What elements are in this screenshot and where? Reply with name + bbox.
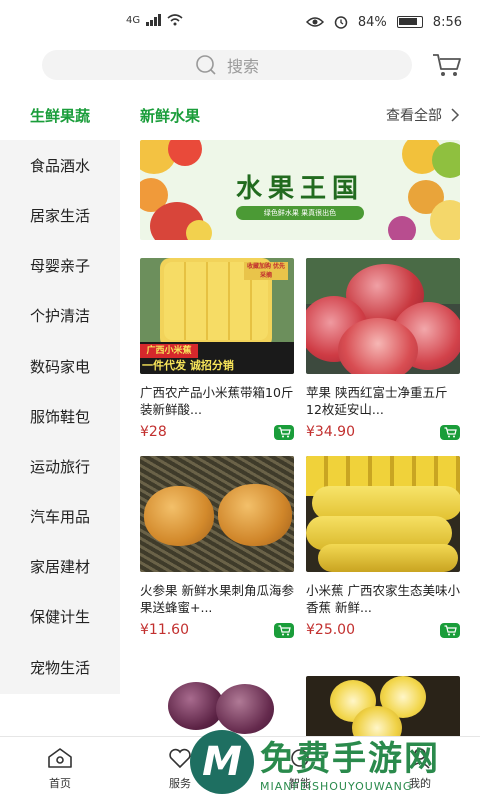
sidebar-item-apparel[interactable]: 服饰鞋包	[0, 391, 120, 441]
sidebar-item-sports-travel[interactable]: 运动旅行	[0, 441, 120, 491]
cart-icon	[444, 426, 457, 437]
add-to-cart-button[interactable]	[440, 622, 460, 638]
banner-subtitle: 绿色鲜水果 果真很出色	[236, 206, 364, 220]
product-image-slogan: 一件代发 诚招分销	[142, 359, 234, 372]
product-image-tag: 广西小米蕉	[140, 344, 198, 358]
product-image	[140, 456, 294, 572]
product-image: 收藏加购 优先采摘 广西小米蕉 一件代发 诚招分销	[140, 258, 294, 374]
price-row: ¥25.00	[306, 622, 460, 638]
network-type: 4G	[126, 14, 141, 26]
view-all-link[interactable]: 查看全部	[386, 105, 460, 125]
price-row: ¥34.90	[306, 424, 460, 440]
alarm-icon	[334, 16, 348, 29]
sidebar-item-auto[interactable]: 汽车用品	[0, 492, 120, 542]
wifi-icon	[167, 14, 183, 26]
product-price: ¥25.00	[306, 622, 355, 638]
sidebar-item-health[interactable]: 保健计生	[0, 592, 120, 642]
search-placeholder: 搜索	[226, 57, 259, 76]
product-image-badge: 收藏加购 优先采摘	[244, 262, 288, 280]
banner-title: 水果王国	[235, 174, 364, 204]
cart-icon	[278, 624, 291, 635]
product-price: ¥11.60	[140, 622, 189, 638]
promo-banner[interactable]: 水果王国 绿色鲜水果 果真很出色	[140, 140, 460, 240]
clock: 8:56	[432, 14, 462, 30]
tab-home[interactable]: 首页	[0, 737, 120, 800]
product-price: ¥28	[140, 424, 167, 440]
signal-icon	[146, 14, 162, 26]
network-indicators: 4G	[126, 14, 183, 26]
home-icon	[48, 747, 72, 768]
sidebar-item-pets[interactable]: 宠物生活	[0, 642, 120, 692]
sidebar-item-home-living[interactable]: 居家生活	[0, 190, 120, 240]
product-name: 火参果 新鲜水果刺角瓜海参果送蜂蜜+...	[140, 583, 294, 615]
product-name: 苹果 陕西红富士净重五斤12枚延安山...	[306, 385, 448, 417]
tab-home-label: 首页	[49, 776, 71, 790]
battery-percent: 84%	[357, 14, 387, 30]
add-to-cart-button[interactable]	[274, 622, 294, 638]
cart-icon	[444, 624, 457, 635]
watermark-cn: 免费手游网	[260, 739, 440, 779]
sidebar-item-building[interactable]: 家居建材	[0, 542, 120, 592]
watermark-text: 免费手游网 MIANFEISHOUYOUWANG	[260, 731, 440, 793]
price-row: ¥28	[140, 424, 294, 440]
eye-icon	[305, 17, 324, 27]
add-to-cart-button[interactable]	[440, 424, 460, 440]
sidebar-item-food-drinks[interactable]: 食品酒水	[0, 140, 120, 190]
price-row: ¥11.60	[140, 622, 294, 638]
heart-icon	[169, 748, 191, 768]
sidebar-item-digital[interactable]: 数码家电	[0, 341, 120, 391]
add-to-cart-button[interactable]	[274, 424, 294, 440]
chevron-right-icon	[451, 108, 460, 122]
product-card[interactable]: 苹果 陕西红富士净重五斤12枚延安山... ¥34.90	[306, 258, 460, 440]
watermark: M 免费手游网 MIANFEISHOUYOUWANG	[190, 724, 480, 800]
search-input[interactable]: 搜索	[42, 50, 412, 80]
product-price: ¥34.90	[306, 424, 355, 440]
status-bar: 4G 84% 8:56	[0, 0, 480, 44]
tab-service-label: 服务	[169, 776, 191, 790]
product-card[interactable]: 小米蕉 广西农家生态美味小香蕉 新鲜... ¥25.00	[306, 456, 460, 638]
section-title: 新鲜水果	[140, 106, 201, 125]
product-image	[306, 258, 460, 374]
category-sidebar: 生鲜果蔬 食品酒水 居家生活 母婴亲子 个护清洁 数码家电 服饰鞋包 运动旅行 …	[0, 90, 120, 694]
search-row: 搜索	[0, 48, 480, 84]
sidebar-item-mother-baby[interactable]: 母婴亲子	[0, 241, 120, 291]
cart-icon[interactable]	[432, 52, 462, 78]
watermark-en: MIANFEISHOUYOUWANG	[260, 780, 413, 793]
watermark-logo-icon: M	[190, 730, 254, 794]
section-header: 新鲜水果 查看全部	[140, 90, 460, 140]
product-image	[306, 456, 460, 572]
product-name: 广西农产品小米蕉带箱10斤装新鲜酸...	[140, 385, 294, 417]
sidebar-item-fresh[interactable]: 生鲜果蔬	[0, 90, 120, 141]
product-card[interactable]: 火参果 新鲜水果刺角瓜海参果送蜂蜜+... ¥11.60	[140, 456, 294, 638]
product-content: 新鲜水果 查看全部 水果王国 绿色鲜水果 果真很出色 收藏加购 优先采摘 广西小…	[120, 90, 480, 736]
search-icon	[196, 55, 216, 75]
cart-icon	[278, 426, 291, 437]
view-all-label: 查看全部	[386, 108, 442, 124]
sidebar-item-personal-care[interactable]: 个护清洁	[0, 291, 120, 341]
battery-icon	[396, 16, 423, 28]
product-card[interactable]: 收藏加购 优先采摘 广西小米蕉 一件代发 诚招分销 广西农产品小米蕉带箱10斤装…	[140, 258, 294, 440]
product-name: 小米蕉 广西农家生态美味小香蕉 新鲜...	[306, 583, 460, 615]
